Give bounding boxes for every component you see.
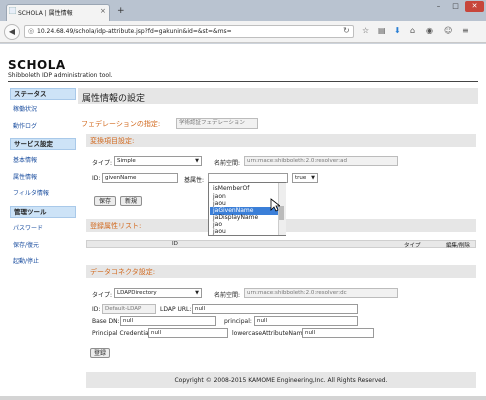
mouse-pointer-icon <box>270 198 280 212</box>
maximize-button[interactable]: □ <box>449 2 462 12</box>
pocket-icon[interactable]: ◉ <box>426 26 433 35</box>
page-title: 属性情報の設定 <box>82 94 146 104</box>
chevron-down-icon: ▼ <box>195 290 199 296</box>
new-tab-button[interactable]: + <box>117 6 125 16</box>
conversion-section-bar <box>86 134 476 147</box>
connector-type-select[interactable]: LDAPDirectory ▼ <box>114 288 202 298</box>
column-type: タイプ <box>404 243 421 249</box>
base-dn-label: Base DN: <box>92 318 120 325</box>
sidebar-section-service: サービス設定 <box>10 138 76 150</box>
header-divider <box>8 81 478 82</box>
star-icon[interactable]: ☆ <box>362 26 369 35</box>
id-input[interactable]: givenName <box>102 173 178 183</box>
lowercase-input[interactable]: null <box>302 328 374 338</box>
connector-section-title: データコネクタ設定: <box>90 268 156 276</box>
download-icon[interactable]: ⬇ <box>394 26 401 35</box>
registered-section-title: 登録属性リスト: <box>90 222 142 230</box>
lowercase-label: lowercaseAttributeNames: <box>232 330 312 337</box>
principal-input[interactable]: null <box>254 316 358 326</box>
app-subtitle: Shibboleth IDP administration tool. <box>8 72 113 79</box>
window-bottom-border <box>0 396 486 400</box>
sidebar-item-basic-info[interactable]: 基本情報 <box>13 155 37 164</box>
tab-title: SCHOLA | 属性情報 <box>18 10 73 17</box>
federation-label: フェデレーションの指定: <box>81 120 161 128</box>
new-button[interactable]: 新規 <box>120 196 142 206</box>
chat-icon[interactable]: ☺ <box>444 26 452 35</box>
dropdown-option[interactable]: isMemberOf <box>210 185 278 193</box>
tab-close-icon[interactable]: × <box>100 7 106 15</box>
globe-icon: ◎ <box>28 27 35 35</box>
conversion-section-title: 変換項目設定: <box>90 137 135 145</box>
menu-icon[interactable]: ≡ <box>462 26 469 35</box>
sidebar-item-filter-info[interactable]: フィルタ情報 <box>13 188 49 197</box>
principal-label: principal: <box>224 318 252 325</box>
flag-select-value: true <box>295 175 307 181</box>
namespace-field: urn:mace:shibboleth:2.0:resolver:ad <box>244 156 398 166</box>
copyright-text: Copyright © 2008-2015 KAMOME Engineering… <box>174 377 388 384</box>
sidebar-section-status: ステータス <box>10 88 76 100</box>
ldap-url-input[interactable]: null <box>192 304 358 314</box>
sidebar-section-admin: 管理ツール <box>10 206 76 218</box>
register-button[interactable]: 登録 <box>90 348 110 358</box>
connector-id-field: Default-LDAP <box>102 304 156 314</box>
base-dn-input[interactable]: null <box>120 316 216 326</box>
credential-input[interactable]: null <box>148 328 228 338</box>
column-id: ID <box>172 241 178 247</box>
chevron-down-icon: ▼ <box>195 158 199 164</box>
connector-namespace-field: urn:mace:shibboleth:2.0:resolver:dc <box>244 288 398 298</box>
type-select[interactable]: Simple ▼ <box>114 156 202 166</box>
ldap-url-label: LDAP URL: <box>160 306 192 313</box>
page-favicon-icon <box>9 7 16 14</box>
credential-label: Principal Credential: <box>92 330 153 337</box>
back-button[interactable]: ◀ <box>4 24 20 40</box>
type-label: タイプ: <box>92 160 113 167</box>
save-button[interactable]: 保存 <box>94 196 116 206</box>
minimize-button[interactable]: – <box>432 2 445 12</box>
sidebar-item-start-stop[interactable]: 起動/停止 <box>13 256 39 265</box>
connector-id-label: ID: <box>92 306 101 313</box>
sidebar-item-password[interactable]: パスワード <box>13 223 43 232</box>
connector-type-label: タイプ: <box>92 292 113 299</box>
close-window-button[interactable]: ✕ <box>465 1 484 12</box>
sidebar-item-attribute-info[interactable]: 属性情報 <box>13 172 37 181</box>
type-select-value: Simple <box>117 158 136 164</box>
column-edit-delete: 編集/削除 <box>446 243 470 249</box>
id-label: ID: <box>92 175 101 182</box>
url-text: 10.24.68.49/schola/idp-attribute.jsp?fd=… <box>37 28 232 35</box>
app-title: SCHOLA <box>8 58 66 72</box>
chevron-down-icon: ▼ <box>311 175 315 181</box>
sidebar-item-backup-restore[interactable]: 保存/復元 <box>13 240 39 249</box>
reload-icon[interactable]: ↻ <box>343 26 350 35</box>
sidebar-item-operation-log[interactable]: 動作ログ <box>13 121 37 130</box>
federation-field: 学術認証フェデレーション <box>176 118 258 129</box>
reading-list-icon[interactable]: ▤ <box>378 26 386 35</box>
flag-select[interactable]: true ▼ <box>292 173 318 183</box>
connector-type-value: LDAPDirectory <box>117 290 157 296</box>
dropdown-option[interactable]: jaou <box>210 228 278 236</box>
home-icon[interactable]: ⌂ <box>410 26 415 35</box>
connector-namespace-label: 名前空間: <box>214 292 241 299</box>
dependent-label: 基属性: <box>184 177 205 184</box>
namespace-label: 名前空間: <box>214 160 241 167</box>
sidebar-item-operation-status[interactable]: 稼働状況 <box>13 104 37 113</box>
